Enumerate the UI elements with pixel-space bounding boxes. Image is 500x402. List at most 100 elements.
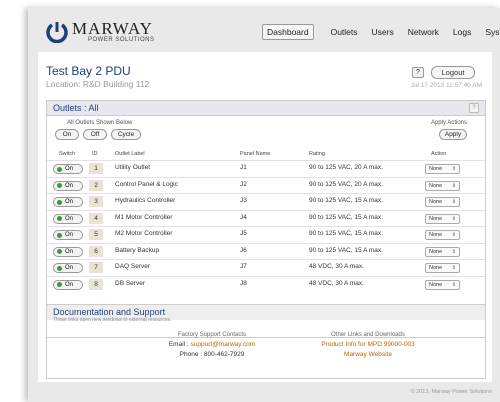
product-info-link[interactable]: Product Info for MPD 99000-003 <box>293 341 443 348</box>
outlet-action-select[interactable]: None ⇕ <box>425 246 460 257</box>
nav-outlets[interactable]: Outlets <box>328 25 361 39</box>
col-switch: Switch <box>59 151 76 157</box>
outlet-rating: 90 to 125 VAC, 20 A max. <box>309 164 383 171</box>
outlet-panel-name: J7 <box>240 263 247 270</box>
all-cycle-button[interactable]: Cycle <box>111 129 141 140</box>
outlet-rating: 90 to 125 VAC, 15 A max. <box>309 246 383 254</box>
outlet-switch[interactable]: On <box>53 213 83 224</box>
col-outlet-label: Outlet Label <box>115 151 145 157</box>
outlet-label: DB Server <box>115 279 145 287</box>
outlet-switch[interactable]: On <box>53 230 83 240</box>
marway-website-link[interactable]: Marway Website <box>293 351 443 358</box>
brand-tagline: POWER SOLUTIONS <box>88 37 155 43</box>
outlet-switch[interactable]: On <box>53 246 83 257</box>
outlet-label: M2 Motor Controller <box>115 230 173 237</box>
page-title: Test Bay 2 PDU <box>46 64 131 78</box>
outlet-panel-name: J6 <box>240 246 247 254</box>
outlet-label: Utility Outlet <box>115 164 151 171</box>
outlet-panel-name: J2 <box>240 180 247 188</box>
factory-support-title: Factory Support Contacts <box>177 332 247 338</box>
col-action: Action <box>431 151 447 157</box>
outlet-action-select[interactable]: None ⇕ <box>425 230 460 240</box>
table-row: On 4 M1 Motor Controller J4 90 to 125 VA… <box>47 209 485 227</box>
outlets-help-button[interactable]: ? <box>469 103 479 113</box>
nav-system[interactable]: System <box>482 25 500 39</box>
outlet-id: 3 <box>89 196 103 207</box>
outlet-label: Control Panel & Logic <box>115 180 178 188</box>
outlet-rating: 90 to 125 VAC, 15 A max. <box>309 197 383 204</box>
on-indicator-icon <box>57 199 62 205</box>
power-logo-icon <box>46 22 68 43</box>
on-indicator-icon <box>57 282 62 287</box>
on-indicator-icon <box>57 249 62 254</box>
outlet-table: On 1 Utility Outlet J1 90 to 125 VAC, 20… <box>47 160 485 292</box>
table-row: On 2 Control Panel & Logic J2 90 to 125 … <box>47 176 485 194</box>
documentation-title: Documentation and Support <box>53 307 166 317</box>
outlet-id: 8 <box>89 278 103 290</box>
nav-users[interactable]: Users <box>369 25 397 39</box>
outlet-id: 1 <box>89 163 103 174</box>
outlet-id: 2 <box>89 179 103 191</box>
all-on-button[interactable]: On <box>55 129 79 140</box>
nav-dashboard[interactable]: Dashboard <box>262 24 314 40</box>
help-button[interactable]: ? <box>412 67 424 78</box>
col-panel-name: Panel Name <box>240 151 271 157</box>
outlet-id: 5 <box>89 229 103 240</box>
outlet-action-select[interactable]: None ⇕ <box>425 279 460 290</box>
outlets-title: Outlets : All <box>53 103 99 113</box>
select-chevron-icon: ⇕ <box>451 265 456 271</box>
on-indicator-icon <box>57 232 62 238</box>
documentation-subtitle: These links open new windows to external… <box>53 317 172 323</box>
select-chevron-icon: ⇕ <box>451 232 456 238</box>
documentation-panel: Documentation and Support These links op… <box>46 304 486 379</box>
outlet-label: DAQ Server <box>115 263 151 270</box>
outlet-id: 7 <box>89 262 103 273</box>
table-row: On 8 DB Server J8 48 VDC, 30 A max. None… <box>47 275 485 293</box>
documentation-header: Documentation and Support These links op… <box>47 305 485 323</box>
outlets-panel-header: Outlets : All ? <box>47 101 485 116</box>
outlet-rating: 90 to 125 VAC, 20 A max. <box>309 180 383 188</box>
support-email-link[interactable]: support@marway.com <box>191 341 256 348</box>
outlet-action-select[interactable]: None ⇕ <box>425 164 460 174</box>
outlet-label: Battery Backup <box>115 246 160 254</box>
table-row: On 7 DAQ Server J7 48 VDC, 30 A max. Non… <box>47 259 485 276</box>
outlet-switch[interactable]: On <box>53 164 83 174</box>
select-chevron-icon: ⇕ <box>451 215 456 222</box>
main-nav: Dashboard Outlets Users Network Logs Sys… <box>262 24 500 40</box>
outlet-panel-name: J8 <box>240 279 247 287</box>
outlet-id: 4 <box>89 212 103 224</box>
all-off-button[interactable]: Off <box>83 129 107 140</box>
col-rating: Rating <box>309 151 325 157</box>
outlet-action-select[interactable]: None ⇕ <box>425 197 460 207</box>
nav-logs[interactable]: Logs <box>450 25 474 39</box>
footer-copyright: © 2013, Marway Power Solutions <box>410 389 492 395</box>
page: MARWAY POWER SOLUTIONS Dashboard Outlets… <box>28 8 500 402</box>
table-row: On 1 Utility Outlet J1 90 to 125 VAC, 20… <box>47 160 485 177</box>
nav-network[interactable]: Network <box>405 25 442 39</box>
on-indicator-icon <box>57 166 62 172</box>
outlet-action-select[interactable]: None ⇕ <box>425 213 460 224</box>
on-indicator-icon <box>57 183 62 188</box>
select-chevron-icon: ⇕ <box>451 182 456 189</box>
outlet-label: Hydraulics Controller <box>115 197 176 204</box>
logout-button[interactable]: Logout <box>431 66 475 79</box>
col-id: ID <box>92 151 98 157</box>
brand-name: MARWAY <box>72 19 153 38</box>
outlet-id: 6 <box>89 245 103 257</box>
outlet-switch[interactable]: On <box>53 197 83 207</box>
outlet-panel-name: J5 <box>240 230 247 237</box>
outlet-rating: 48 VDC, 30 A max. <box>309 263 364 270</box>
outlet-switch[interactable]: On <box>53 263 83 273</box>
outlet-switch[interactable]: On <box>53 279 83 290</box>
timestamp: Jul 17 2013 11:57:40 AM <box>410 82 482 89</box>
table-row: On 6 Battery Backup J6 90 to 125 VAC, 15… <box>47 242 485 260</box>
outlet-panel-name: J3 <box>240 197 247 204</box>
outlet-action-select[interactable]: None ⇕ <box>425 180 460 191</box>
table-row: On 5 M2 Motor Controller J5 90 to 125 VA… <box>47 226 485 243</box>
outlet-action-select[interactable]: None ⇕ <box>425 263 460 273</box>
outlet-switch[interactable]: On <box>53 180 83 191</box>
apply-button[interactable]: Apply <box>439 129 467 140</box>
header: MARWAY POWER SOLUTIONS Dashboard Outlets… <box>28 8 500 50</box>
table-row: On 3 Hydraulics Controller J3 90 to 125 … <box>47 193 485 210</box>
support-email-line: Email : support@marway.com <box>168 341 256 348</box>
